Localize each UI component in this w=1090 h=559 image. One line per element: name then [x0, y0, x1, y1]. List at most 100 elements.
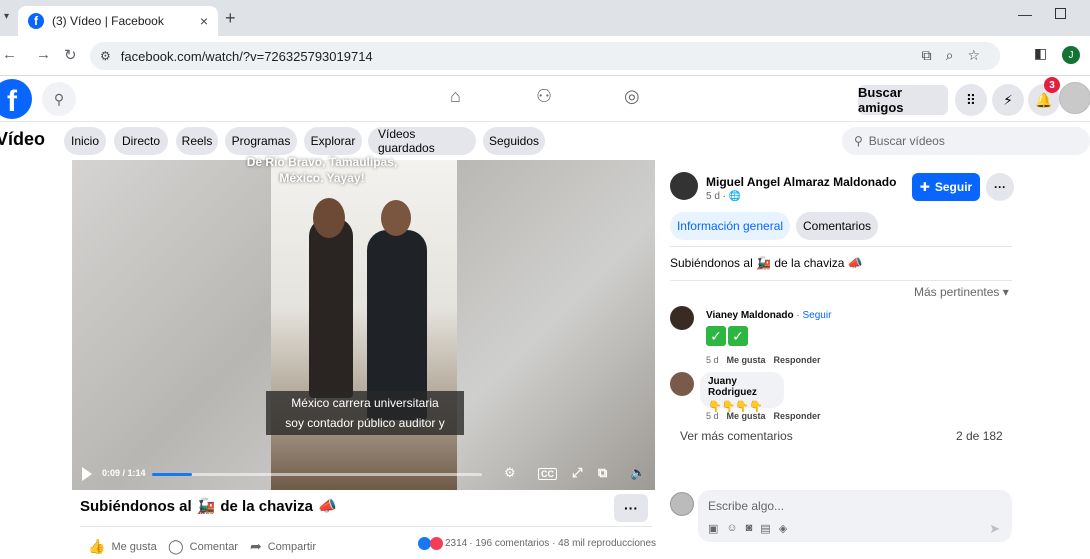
- browser-tab[interactable]: f (3) Vídeo | Facebook ×: [18, 6, 218, 36]
- comment-author-name[interactable]: Vianey Maldonado: [706, 310, 794, 321]
- tab-search-icon[interactable]: ▾: [4, 11, 9, 22]
- install-app-icon[interactable]: ⧉: [922, 47, 932, 64]
- settings-gear-icon[interactable]: ⚙: [504, 465, 516, 481]
- comment-follow-link[interactable]: · Seguir: [796, 310, 831, 321]
- account-avatar[interactable]: [1059, 82, 1090, 114]
- picture-in-picture-icon[interactable]: ⧉: [598, 465, 607, 481]
- comment-button[interactable]: ◯ Comentar: [168, 538, 238, 555]
- video-player[interactable]: [72, 160, 655, 490]
- share-label: Compartir: [267, 540, 317, 553]
- tab-close-icon[interactable]: ×: [200, 13, 208, 29]
- facebook-favicon-icon: f: [28, 13, 44, 29]
- subtitle-line-2: soy contador público auditor y: [285, 416, 445, 430]
- search-icon[interactable]: ⚲: [42, 82, 76, 116]
- messenger-icon[interactable]: ⚡: [992, 84, 1024, 116]
- site-settings-icon[interactable]: ⚙: [100, 49, 111, 63]
- train-emoji-icon: 🚂: [196, 498, 216, 515]
- post-title-suffix: de la chaviza: [220, 497, 313, 515]
- url-text[interactable]: facebook.com/watch/?v=726325793019714: [121, 49, 373, 64]
- browser-toolbar: ← → ↻ ⚙ facebook.com/watch/?v=7263257930…: [0, 36, 1090, 76]
- send-icon[interactable]: ➤: [989, 521, 1000, 537]
- comment-bubble-icon: ◯: [168, 538, 184, 554]
- chevron-down-icon: ▾: [1002, 285, 1009, 299]
- window-restore-button[interactable]: [1055, 8, 1066, 19]
- comment-avatar[interactable]: [670, 372, 694, 396]
- home-icon[interactable]: ⌂: [450, 86, 461, 107]
- sticker-icon[interactable]: ▣: [708, 522, 718, 535]
- comment-like-button[interactable]: Me gusta: [727, 411, 766, 421]
- comments-views-text[interactable]: · 196 comentarios · 48 mil reproduccione…: [469, 538, 656, 549]
- browser-profile-avatar[interactable]: J: [1062, 46, 1080, 64]
- zoom-icon[interactable]: ⌕: [946, 47, 954, 64]
- reload-icon[interactable]: ↻: [64, 46, 77, 64]
- tab-reels[interactable]: Reels: [176, 127, 218, 155]
- author-more-button[interactable]: ···: [986, 173, 1014, 201]
- love-reaction-icon: [430, 537, 443, 550]
- emoji-icon[interactable]: ☺: [726, 522, 737, 535]
- comment-bubble: Juany Rodriguez 👇👇👇👇: [700, 372, 784, 413]
- comment-like-button[interactable]: Me gusta: [727, 355, 766, 365]
- tab-comentarios[interactable]: Comentarios: [796, 212, 878, 240]
- author-name[interactable]: Miguel Angel Almaraz Maldonado: [706, 175, 896, 189]
- video-overlay-text: De Río Bravo, Tamaulipas, México. Yayay!: [246, 155, 398, 185]
- side-panel-icon[interactable]: ◧: [1034, 45, 1047, 62]
- post-description: Subiéndonos al 🚂 de la chaviza 📣: [670, 256, 863, 270]
- fullscreen-expand-icon[interactable]: ⤢: [572, 465, 582, 481]
- captions-icon[interactable]: CC: [538, 468, 557, 480]
- comment-checkmarks: ✓ ✓: [706, 326, 750, 346]
- comment-composer[interactable]: Escribe algo... ▣ ☺ ◙ ▤ ◈ ➤: [698, 490, 1012, 542]
- facebook-logo-icon[interactable]: f: [0, 79, 32, 119]
- tab-explorar[interactable]: Explorar: [304, 127, 362, 155]
- comment-reply-button[interactable]: Responder: [774, 411, 821, 421]
- groups-icon[interactable]: ◎: [624, 86, 640, 107]
- back-icon[interactable]: ←: [2, 46, 17, 63]
- subtitle-line-1: México carrera universitaria: [291, 396, 439, 410]
- bookmark-star-icon[interactable]: ☆: [967, 47, 980, 64]
- tab-informacion-general[interactable]: Información general: [670, 212, 790, 240]
- post-more-button[interactable]: ···: [614, 494, 648, 522]
- forward-icon[interactable]: →: [36, 46, 51, 63]
- address-bar[interactable]: ⚙ facebook.com/watch/?v=726325793019714 …: [90, 42, 1000, 70]
- new-tab-button[interactable]: +: [225, 8, 236, 29]
- menu-grid-icon[interactable]: ⠿: [955, 84, 987, 116]
- tab-inicio[interactable]: Inicio: [64, 127, 106, 155]
- globe-icon: 🌐: [728, 191, 742, 202]
- panel-divider: [670, 246, 1012, 247]
- tab-seguidos[interactable]: Seguidos: [483, 127, 545, 155]
- view-more-comments-link[interactable]: Ver más comentarios: [680, 429, 793, 443]
- browser-tabstrip: ▾ f (3) Vídeo | Facebook × + —: [0, 0, 1090, 36]
- video-controls: 0:09 / 1:14 ⚙ CC ⤢ ⧉ 🔈: [72, 460, 655, 490]
- friends-icon[interactable]: ⚇: [536, 86, 552, 107]
- play-icon[interactable]: [82, 467, 92, 481]
- like-button[interactable]: 👍 Me gusta: [88, 538, 157, 555]
- tab-title: (3) Vídeo | Facebook: [52, 14, 164, 28]
- thumbs-up-icon: 👍: [88, 538, 106, 554]
- video-progress-bar[interactable]: [152, 473, 482, 476]
- video-search-input[interactable]: ⚲ Buscar vídeos: [842, 127, 1090, 155]
- comment-reply-button[interactable]: Responder: [774, 355, 821, 365]
- share-arrow-icon: ➦: [250, 538, 262, 554]
- author-avatar[interactable]: [670, 172, 698, 200]
- comment-author-name[interactable]: Juany Rodriguez: [708, 376, 776, 398]
- tab-videos-guardados[interactable]: Vídeos guardados: [368, 127, 476, 155]
- comment-label: Comentar: [189, 540, 238, 553]
- find-friends-button[interactable]: Buscar amigos: [858, 85, 948, 115]
- reactions-count[interactable]: 2314: [445, 538, 467, 549]
- window-minimize-button[interactable]: —: [1018, 6, 1032, 22]
- gif-icon[interactable]: ▤: [760, 522, 770, 535]
- composer-placeholder: Escribe algo...: [708, 499, 785, 513]
- tab-directo[interactable]: Directo: [114, 127, 168, 155]
- notification-badge: 3: [1044, 77, 1060, 93]
- post-title-text: Subiéndonos al: [80, 497, 192, 515]
- tab-programas[interactable]: Programas: [225, 127, 297, 155]
- follow-button[interactable]: ✚ Seguir: [912, 173, 980, 201]
- comment-sort-dropdown[interactable]: Más pertinentes ▾: [914, 285, 1009, 299]
- share-button[interactable]: ➦ Compartir: [250, 538, 316, 555]
- description-suffix: de la chaviza: [774, 256, 845, 270]
- avatar-sticker-icon[interactable]: ◈: [779, 522, 787, 535]
- volume-icon[interactable]: 🔈: [630, 465, 646, 481]
- comment-avatar[interactable]: [670, 306, 694, 330]
- comment-age: 5 d: [706, 411, 719, 421]
- post-title: Subiéndonos al 🚂 de la chaviza 📣: [80, 497, 337, 516]
- camera-icon[interactable]: ◙: [746, 522, 753, 535]
